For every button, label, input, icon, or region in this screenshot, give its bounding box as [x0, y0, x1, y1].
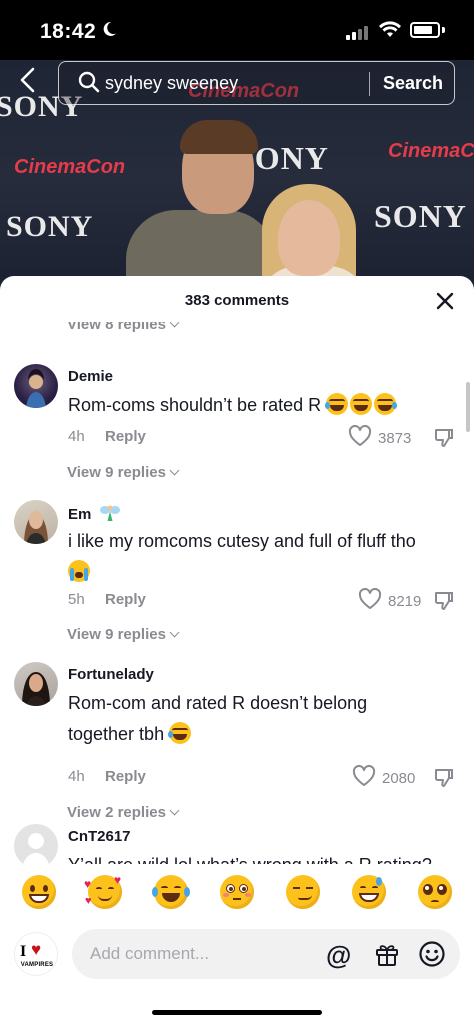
chevron-down-icon [169, 465, 180, 476]
heart-icon [352, 764, 376, 791]
gift-icon[interactable] [374, 941, 400, 967]
backdrop-text: SONY [6, 210, 94, 243]
avatar[interactable] [14, 500, 58, 544]
comments-sheet: 383 comments View 8 replies Demie Rom-co… [0, 276, 474, 1024]
emoji-quick-bar: ♥ ♥ ♥ [0, 864, 474, 920]
back-arrow-icon[interactable] [18, 66, 36, 102]
avatar[interactable] [14, 824, 58, 864]
avatar-text: VAMPIRES [20, 962, 54, 968]
moon-icon [100, 20, 118, 43]
comment-text: Y’all are wild lol what’s wrong with a R… [68, 850, 448, 864]
grinning-face-with-sweat-icon[interactable] [352, 875, 386, 909]
comment-input-placeholder: Add comment... [90, 944, 210, 963]
grinning-face-icon[interactable] [22, 875, 56, 909]
avatar[interactable]: I ♥ VAMPIRES [14, 932, 58, 976]
heart-icon [348, 424, 372, 451]
loudly-crying-face-icon [68, 560, 90, 582]
view-replies-label: View 2 replies [67, 804, 166, 821]
like-count: 3873 [378, 429, 412, 447]
view-replies-button[interactable]: View 9 replies [67, 626, 180, 643]
like-count: 2080 [382, 769, 416, 787]
view-replies-label: View 9 replies [67, 626, 166, 643]
dislike-icon[interactable] [432, 766, 456, 790]
status-bar: 18:42 [0, 0, 474, 60]
avatar[interactable] [14, 662, 58, 706]
comment-username[interactable]: Em [68, 504, 120, 526]
scrollbar[interactable] [466, 382, 470, 432]
search-icon [77, 70, 101, 94]
comment-text: Rom-coms shouldn’t be rated R [68, 390, 448, 421]
backdrop-text: CinemaCon [388, 140, 474, 162]
backdrop-text: CinemaCon [14, 156, 126, 178]
cellular-signal-icon [346, 26, 372, 40]
search-button[interactable]: Search [383, 73, 443, 94]
view-replies-button[interactable]: View 8 replies [67, 322, 180, 333]
comment-input-row: I ♥ VAMPIRES Add comment... @ [0, 924, 474, 984]
home-indicator[interactable] [152, 1010, 322, 1015]
view-replies-label: View 9 replies [67, 464, 166, 481]
chevron-down-icon [169, 805, 180, 816]
comment-username[interactable]: CnT2617 [68, 828, 131, 845]
comment-text: i like my romcoms cutesy and full of flu… [68, 526, 448, 588]
view-replies-button[interactable]: View 2 replies [67, 804, 180, 821]
close-icon[interactable] [436, 292, 454, 310]
face-with-tears-of-joy-icon [350, 393, 373, 415]
comment-username[interactable]: Fortunelady [68, 666, 154, 683]
comment-text: Rom-com and rated R doesn’t belong toget… [68, 693, 368, 744]
wifi-icon [378, 20, 402, 43]
search-input[interactable]: sydney sweeney [105, 73, 238, 94]
battery-icon [410, 22, 440, 38]
like-button[interactable]: 2080 [352, 764, 416, 791]
smirking-face-icon[interactable] [286, 875, 320, 909]
status-time: 18:42 [40, 20, 97, 43]
flushed-face-icon[interactable] [220, 875, 254, 909]
comment-time: 5h [68, 591, 85, 608]
dislike-icon[interactable] [432, 426, 456, 450]
heart-icon [358, 587, 382, 614]
chevron-down-icon [169, 627, 180, 638]
chevron-down-icon [169, 322, 180, 328]
emoji-icon[interactable] [418, 940, 446, 968]
dislike-icon[interactable] [432, 589, 456, 613]
view-replies-label: View 8 replies [67, 322, 166, 333]
avatar[interactable] [14, 364, 58, 408]
face-with-tears-of-joy-icon [374, 393, 398, 415]
view-replies-button[interactable]: View 9 replies [67, 464, 180, 481]
comments-list[interactable]: View 8 replies Demie Rom-coms shouldn’t … [0, 322, 474, 864]
at-icon[interactable]: @ [326, 940, 351, 971]
comment-username[interactable]: Demie [68, 368, 113, 385]
heart-icon: ♥ [31, 940, 42, 959]
comment-input[interactable]: Add comment... @ [72, 929, 460, 979]
reply-button[interactable]: Reply [105, 428, 146, 445]
like-button[interactable]: 3873 [348, 424, 412, 451]
smiling-face-with-hearts-icon[interactable]: ♥ ♥ ♥ [84, 873, 122, 909]
comment-time: 4h [68, 428, 85, 445]
like-count: 8219 [388, 592, 422, 610]
pleading-face-icon[interactable] [418, 875, 452, 909]
fairy-icon [99, 504, 120, 526]
avatar-text: I [20, 943, 27, 960]
face-with-tears-of-joy-icon [325, 393, 349, 415]
reply-button[interactable]: Reply [105, 768, 146, 785]
backdrop-text: SONY [374, 198, 467, 234]
like-button[interactable]: 8219 [358, 587, 422, 614]
search-bar[interactable]: sydney sweeney Search [58, 61, 455, 105]
face-with-tears-of-joy-icon[interactable] [152, 875, 190, 909]
reply-button[interactable]: Reply [105, 591, 146, 608]
comments-count-title: 383 comments [184, 292, 290, 309]
face-with-tears-of-joy-icon [168, 722, 192, 744]
comment-time: 4h [68, 768, 85, 785]
